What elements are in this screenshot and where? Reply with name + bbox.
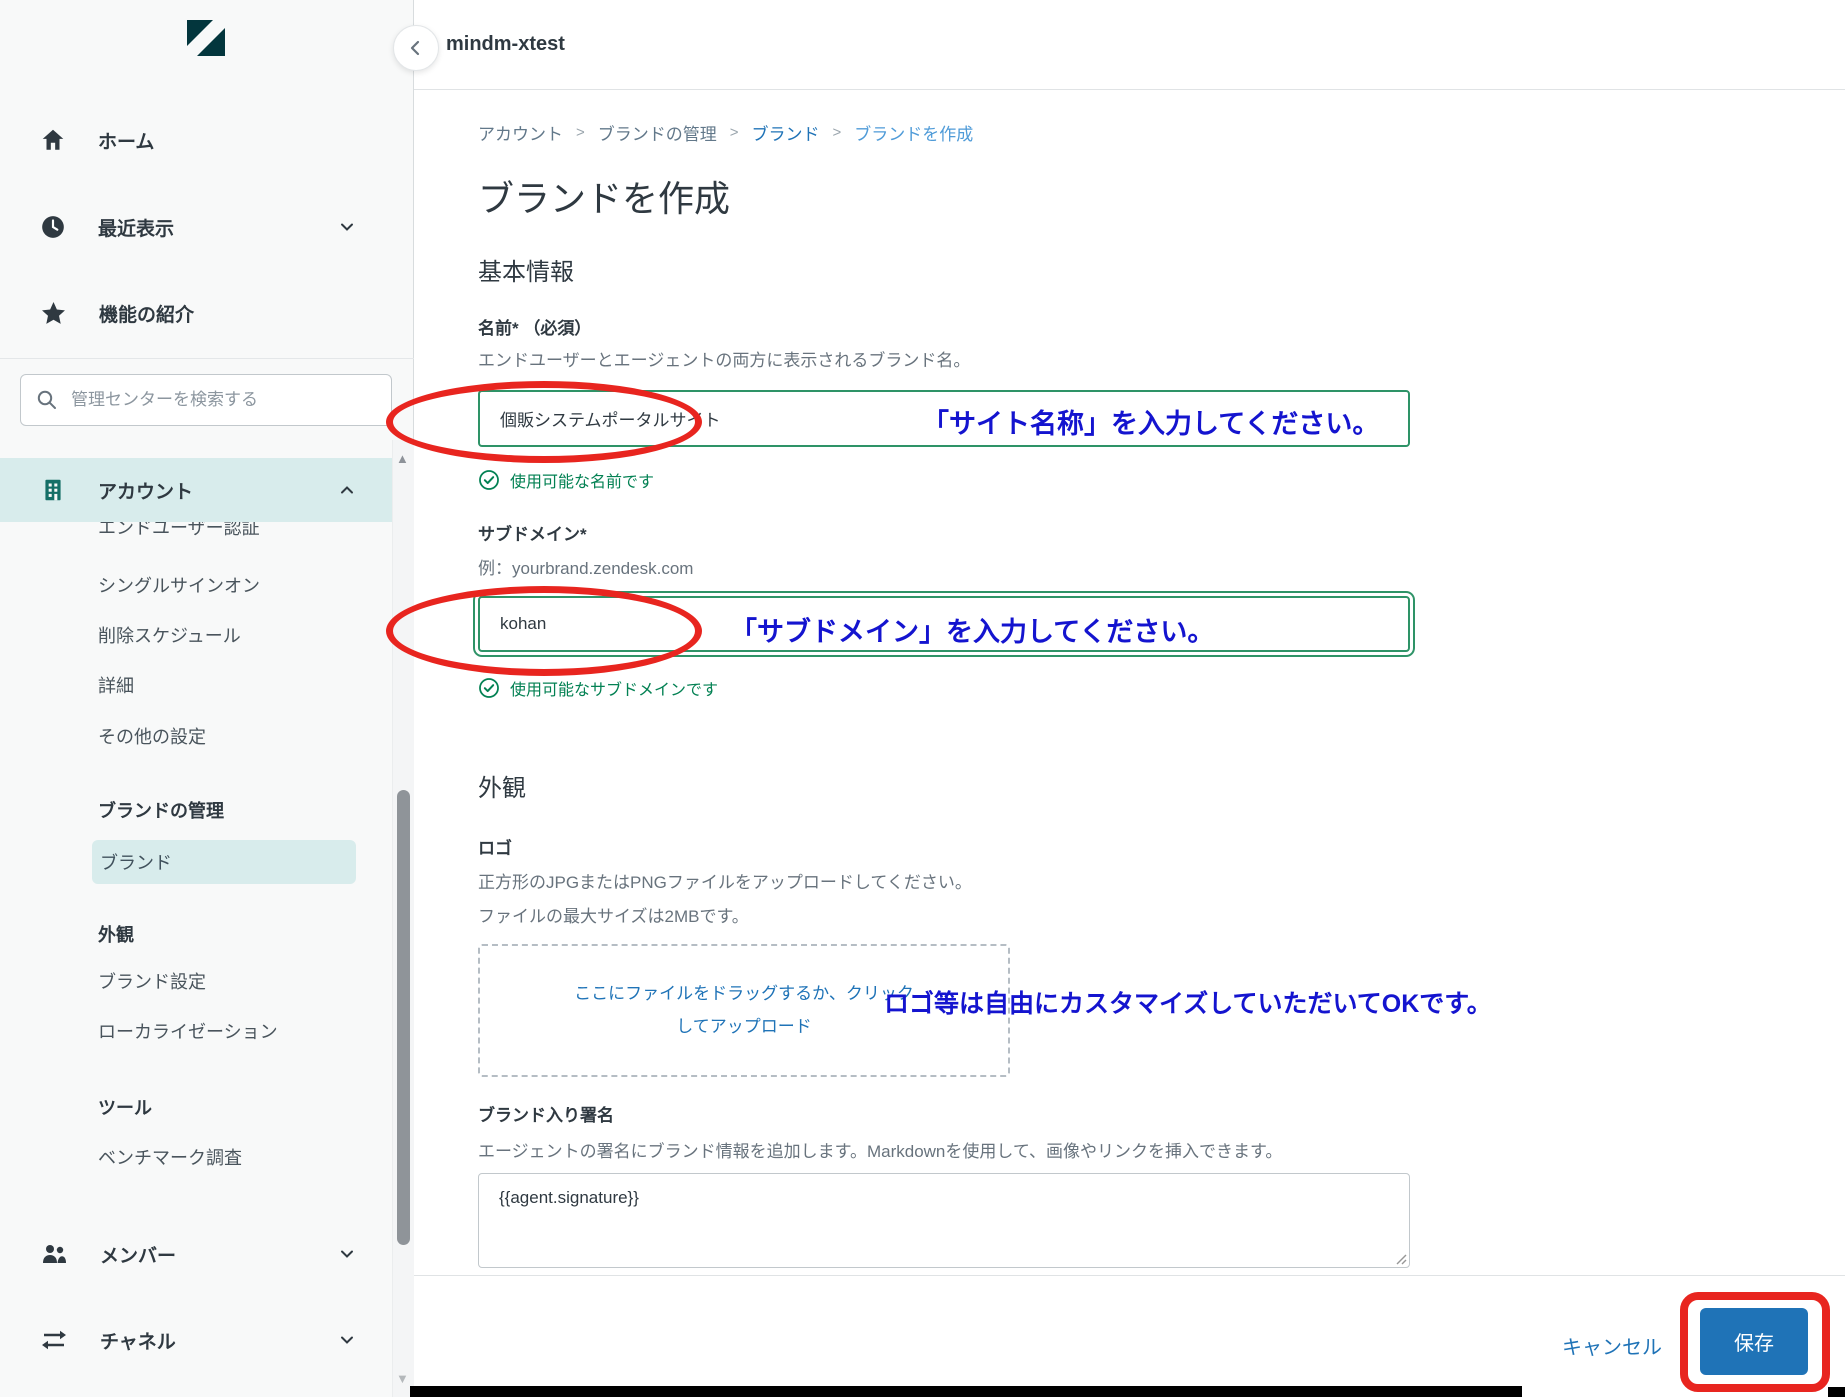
basic-info-heading: 基本情報 [478, 259, 574, 286]
sidebar-item-deletion-schedule[interactable]: 削除スケジュール [98, 622, 241, 648]
dropzone-text-line2: してアップロード [676, 1016, 812, 1036]
sidebar-item-features[interactable]: 機能の紹介 [0, 291, 392, 335]
annotation-red-box-save [1680, 1292, 1830, 1392]
collapse-sidebar-button[interactable] [393, 25, 439, 71]
sidebar-group-appearance: 外観 [98, 925, 134, 945]
breadcrumb-brands[interactable]: ブランド [752, 120, 820, 145]
annotation-subdomain-note: 「サブドメイン」を入力してください。 [730, 617, 1215, 647]
bottom-black-stub [1828, 1387, 1845, 1397]
breadcrumb: アカウント > ブランドの管理 > ブランド > ブランドを作成 [478, 120, 973, 145]
chevron-up-icon [338, 481, 356, 499]
admin-search[interactable] [20, 374, 392, 426]
sidebar-item-channels[interactable]: チャネル [0, 1318, 392, 1362]
annotation-red-oval-subdomain [386, 586, 702, 676]
star-icon [40, 300, 67, 327]
signature-field-wrap: {{agent.signature}} [478, 1173, 1410, 1268]
logo-label: ロゴ [478, 839, 512, 858]
check-circle-icon [478, 677, 500, 699]
sidebar-item-label: メンバー [100, 1245, 177, 1267]
sidebar-item-home[interactable]: ホーム [0, 118, 392, 162]
sidebar-scrollbar-thumb[interactable] [397, 790, 410, 1245]
sidebar-item-label: ホーム [98, 131, 155, 153]
sidebar-item-details[interactable]: 詳細 [98, 672, 134, 698]
signature-description: エージェントの署名にブランド情報を追加します。Markdownを使用して、画像や… [478, 1142, 1283, 1161]
appearance-heading: 外観 [478, 775, 526, 802]
subdomain-validation: 使用可能なサブドメインです [478, 676, 718, 700]
sidebar-item-label: 最近表示 [98, 218, 175, 240]
main-content: アカウント > ブランドの管理 > ブランド > ブランドを作成 ブランドを作成… [414, 90, 1845, 1397]
signature-textarea[interactable]: {{agent.signature}} [478, 1173, 1410, 1268]
resize-handle-icon[interactable] [1395, 1253, 1407, 1265]
sidebar-item-brand-settings[interactable]: ブランド設定 [98, 968, 206, 994]
scroll-up-arrow-icon[interactable]: ▲ [396, 452, 409, 465]
chevron-left-icon [406, 38, 426, 58]
search-icon [35, 388, 59, 412]
logo-description-1: 正方形のJPGまたはPNGファイルをアップロードしてください。 [478, 873, 972, 892]
account-name: mindm-xtest [446, 33, 565, 55]
cancel-button[interactable]: キャンセル [1562, 1331, 1662, 1360]
annotation-site-name-note: 「サイト名称」を入力してください。 [922, 409, 1380, 439]
sidebar-group-tools: ツール [98, 1098, 152, 1118]
breadcrumb-separator: > [729, 124, 739, 141]
sidebar-item-label: チャネル [100, 1331, 176, 1353]
sidebar-item-brands-selected[interactable]: ブランド [92, 840, 356, 884]
sidebar-item-label: 機能の紹介 [99, 304, 195, 326]
sidebar-item-account[interactable]: アカウント [0, 458, 392, 522]
page-title: ブランドを作成 [478, 178, 731, 219]
chevron-down-icon [338, 1245, 356, 1263]
signature-label: ブランド入り署名 [478, 1106, 614, 1125]
dropzone-text-line1: ここにファイルをドラッグするか、クリック [574, 984, 914, 1004]
annotation-red-oval-name [386, 381, 702, 463]
footer-divider [414, 1275, 1845, 1276]
search-input[interactable] [69, 389, 377, 411]
home-icon [40, 127, 66, 153]
sidebar-item-recent[interactable]: 最近表示 [0, 205, 392, 249]
sidebar: ホーム 最近表示 機能の紹介 アカウント [0, 0, 414, 1397]
subdomain-example: 例：yourbrand.zendesk.com [478, 559, 694, 578]
breadcrumb-brand-management[interactable]: ブランドの管理 [598, 120, 717, 145]
check-circle-icon [478, 469, 500, 491]
name-validation-text: 使用可能な名前です [510, 474, 655, 491]
sidebar-item-other-settings[interactable]: その他の設定 [98, 723, 206, 749]
building-icon [40, 477, 66, 503]
annotation-logo-note: ロゴ等は自由にカスタマイズしていただいてOKです。 [884, 990, 1492, 1018]
sidebar-item-label: アカウント [98, 481, 194, 503]
people-icon [40, 1241, 68, 1267]
sidebar-item-benchmark-survey[interactable]: ベンチマーク調査 [98, 1144, 242, 1170]
logo-description-2: ファイルの最大サイズは2MBです。 [478, 907, 749, 926]
sidebar-item-sso[interactable]: シングルサインオン [98, 572, 260, 598]
chevron-down-icon [338, 218, 356, 236]
top-bar: mindm-xtest [414, 0, 1845, 90]
scroll-down-arrow-icon[interactable]: ▼ [396, 1372, 409, 1385]
sidebar-item-label: ブランド [100, 853, 172, 873]
clock-icon [40, 214, 66, 240]
breadcrumb-create-brand: ブランドを作成 [854, 125, 974, 144]
subdomain-label: サブドメイン* [478, 525, 587, 544]
breadcrumb-separator: > [832, 124, 842, 141]
zendesk-logo-icon [183, 18, 229, 58]
sidebar-divider [0, 358, 414, 359]
breadcrumb-separator: > [576, 124, 585, 141]
subdomain-validation-text: 使用可能なサブドメインです [510, 682, 719, 699]
sidebar-item-members[interactable]: メンバー [0, 1232, 392, 1276]
name-label: 名前* （必須） [478, 319, 592, 338]
bottom-black-bar [410, 1386, 1522, 1397]
breadcrumb-account[interactable]: アカウント [478, 120, 563, 145]
sidebar-item-localization[interactable]: ローカライゼーション [98, 1018, 278, 1044]
swap-arrows-icon [40, 1327, 68, 1353]
name-validation: 使用可能な名前です [478, 468, 654, 492]
chevron-down-icon [338, 1331, 356, 1349]
name-description: エンドユーザーとエージェントの両方に表示されるブランド名。 [478, 351, 971, 370]
sidebar-group-brand-management: ブランドの管理 [98, 801, 224, 821]
